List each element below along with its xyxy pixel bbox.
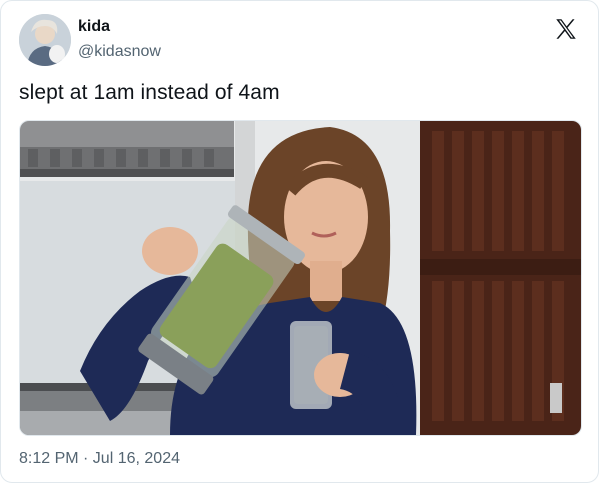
- tweet-timestamp[interactable]: 8:12 PM · Jul 16, 2024: [19, 450, 180, 468]
- x-logo-icon[interactable]: [553, 16, 579, 42]
- tweet-card: kida @kidasnow slept at 1am instead of 4…: [0, 0, 599, 483]
- avatar-image: [19, 14, 71, 66]
- author-name[interactable]: kida: [78, 18, 110, 36]
- avatar[interactable]: [19, 14, 71, 66]
- author-handle[interactable]: @kidasnow: [78, 43, 161, 61]
- tweet-text: slept at 1am instead of 4am: [19, 81, 280, 104]
- tweet-photo[interactable]: [19, 120, 582, 436]
